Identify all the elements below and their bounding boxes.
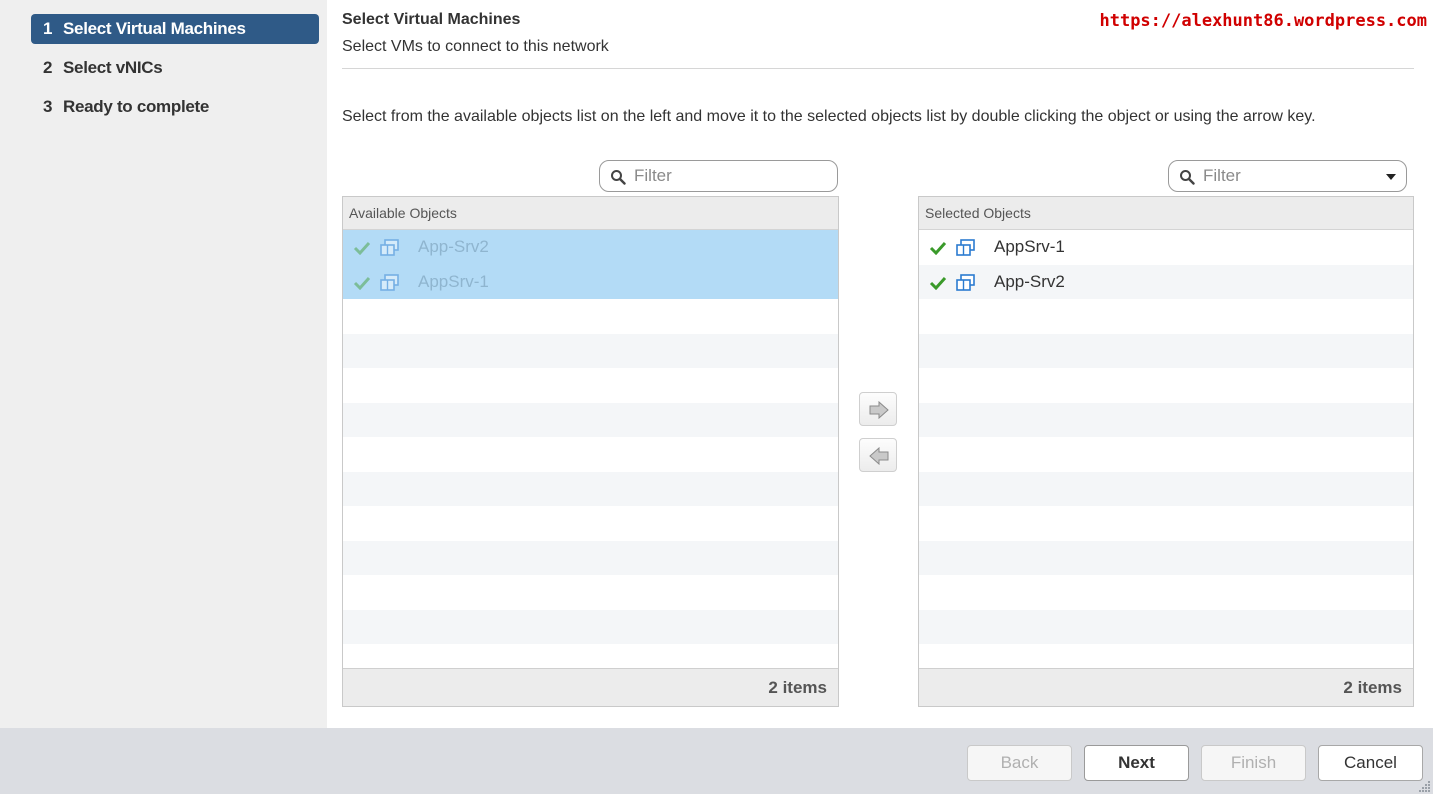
search-icon [611, 170, 626, 185]
empty-row [343, 609, 838, 644]
next-button[interactable]: Next [1084, 745, 1189, 781]
empty-row [919, 402, 1413, 437]
back-button[interactable]: Back [967, 745, 1072, 781]
empty-row [343, 506, 838, 541]
empty-row [919, 437, 1413, 472]
item-name: App-Srv2 [994, 271, 1065, 291]
virtual-machine-icon [380, 273, 399, 291]
list-item[interactable]: AppSrv-1 [343, 264, 838, 299]
empty-row [343, 437, 838, 472]
instructions-text: Select from the available objects list o… [342, 108, 1316, 125]
selected-rows: AppSrv-1 App-Srv2 [919, 230, 1413, 666]
empty-row [343, 540, 838, 575]
step-label: Select Virtual Machines [63, 19, 246, 38]
empty-row [343, 402, 838, 437]
list-item[interactable]: App-Srv2 [343, 230, 838, 265]
check-icon [353, 276, 371, 290]
item-name: AppSrv-1 [418, 271, 489, 291]
step-select-virtual-machines[interactable]: 1 Select Virtual Machines [31, 14, 319, 44]
virtual-machine-icon [956, 273, 975, 291]
step-ready-to-complete[interactable]: 3 Ready to complete [31, 92, 319, 122]
move-right-button[interactable] [859, 392, 897, 426]
empty-row [919, 368, 1413, 403]
selected-objects-header: Selected Objects [919, 197, 1413, 230]
list-item[interactable]: App-Srv2 [919, 264, 1413, 299]
check-icon [929, 241, 947, 255]
item-name: App-Srv2 [418, 237, 489, 256]
selected-filter[interactable] [1168, 160, 1407, 192]
check-icon [353, 241, 371, 255]
selected-filter-input[interactable] [1203, 166, 1383, 186]
finish-button[interactable]: Finish [1201, 745, 1306, 781]
step-number: 1 [43, 19, 53, 38]
empty-row [919, 609, 1413, 644]
cancel-button[interactable]: Cancel [1318, 745, 1423, 781]
check-icon [929, 276, 947, 290]
available-filter-input[interactable] [634, 166, 814, 186]
arrow-right-icon [869, 401, 889, 419]
step-number: 3 [43, 97, 53, 116]
selected-objects-list: Selected Objects AppSrv-1 App-Srv2 2 ite… [918, 196, 1414, 707]
selected-item-count: 2 items [919, 668, 1413, 706]
empty-row [343, 575, 838, 610]
empty-row [343, 471, 838, 506]
step-select-vnics[interactable]: 2 Select vNICs [31, 53, 319, 83]
available-objects-header: Available Objects [343, 197, 838, 230]
search-icon [1180, 170, 1195, 185]
empty-row [919, 540, 1413, 575]
virtual-machine-icon [380, 239, 399, 256]
arrow-left-icon [869, 447, 889, 465]
item-name: AppSrv-1 [994, 237, 1065, 256]
wizard-steps-sidebar: 1 Select Virtual Machines 2 Select vNICs 3… [0, 0, 327, 728]
wizard-content: Select Virtual Machines Select VMs to co… [327, 0, 1433, 728]
empty-row [343, 644, 838, 666]
list-item[interactable]: AppSrv-1 [919, 230, 1413, 265]
available-filter[interactable] [599, 160, 838, 192]
empty-row [919, 299, 1413, 334]
resize-grip-icon[interactable] [1419, 780, 1431, 792]
empty-row [919, 506, 1413, 541]
empty-row [919, 644, 1413, 666]
move-left-button[interactable] [859, 438, 897, 472]
step-label: Ready to complete [63, 97, 210, 116]
empty-row [343, 333, 838, 368]
virtual-machine-icon [956, 239, 975, 256]
page-title: Select Virtual Machines [342, 11, 521, 28]
watermark-url: https://alexhunt86.wordpress.com [1099, 11, 1427, 31]
step-number: 2 [43, 58, 53, 77]
page-subtitle: Select VMs to connect to this network [342, 38, 609, 55]
empty-row [919, 333, 1413, 368]
header-divider [342, 68, 1414, 69]
empty-row [343, 299, 838, 334]
available-objects-list: Available Objects App-Srv2 AppSrv-1 2 it… [342, 196, 839, 707]
empty-row [343, 368, 838, 403]
step-label: Select vNICs [63, 58, 163, 77]
caret-down-icon[interactable] [1386, 174, 1396, 180]
available-rows: App-Srv2 AppSrv-1 [343, 230, 838, 666]
empty-row [919, 471, 1413, 506]
empty-row [919, 575, 1413, 610]
available-item-count: 2 items [343, 668, 838, 706]
